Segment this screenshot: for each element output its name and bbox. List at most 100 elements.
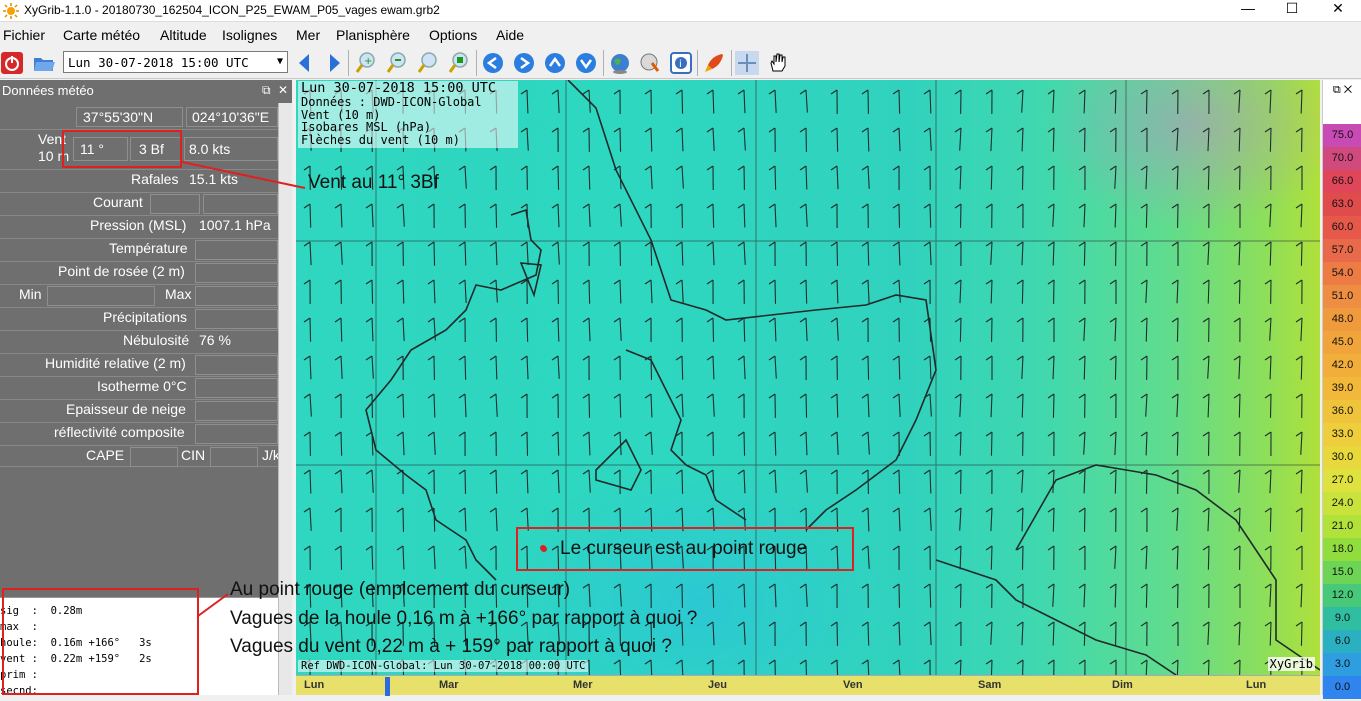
wind-arrow bbox=[837, 128, 838, 152]
wind-arrow bbox=[837, 394, 838, 418]
menu-altitude[interactable]: Altitude bbox=[160, 27, 207, 43]
close-button[interactable]: ✕ bbox=[1315, 0, 1361, 22]
pressure-value: 1007.1 hPa bbox=[199, 217, 271, 233]
wind-arrow bbox=[1022, 394, 1023, 418]
current-label: Courant bbox=[93, 194, 143, 210]
float-panel-icon[interactable]: ⧉ bbox=[262, 83, 271, 98]
scale-swatch: 0.0 bbox=[1323, 676, 1361, 699]
zoom-out-icon[interactable] bbox=[385, 51, 409, 75]
menu-bar: Fichier Carte météo Altitude Isolignes M… bbox=[0, 23, 1361, 47]
wind-arrow bbox=[527, 204, 528, 228]
wind-arrow bbox=[744, 432, 745, 456]
wind-arrow bbox=[991, 432, 992, 456]
wind-arrow bbox=[1115, 356, 1116, 380]
arrow-left-icon[interactable] bbox=[481, 51, 505, 75]
scale-swatch: 9.0 bbox=[1323, 607, 1361, 630]
zoom-fit-icon[interactable] bbox=[447, 51, 471, 75]
scale-swatch: 18.0 bbox=[1323, 538, 1361, 561]
arrow-up-icon[interactable] bbox=[543, 51, 567, 75]
next-arrow-icon[interactable] bbox=[322, 51, 346, 75]
prev-arrow-icon[interactable] bbox=[293, 51, 317, 75]
menu-isolignes[interactable]: Isolignes bbox=[222, 27, 277, 43]
waves-highlight-box bbox=[2, 588, 199, 695]
wind-arrow bbox=[372, 546, 373, 570]
wind-arrow bbox=[403, 394, 404, 418]
wind-arrow bbox=[589, 280, 590, 304]
wind-arrow bbox=[744, 318, 745, 342]
scale-swatch: 12.0 bbox=[1323, 584, 1361, 607]
waves-note-line: Au point rouge (emplcement du curseur) bbox=[230, 576, 697, 605]
arrow-right-icon[interactable] bbox=[512, 51, 536, 75]
close-panel-icon[interactable]: ✕ bbox=[278, 83, 288, 97]
wind-arrow bbox=[713, 204, 714, 228]
wind-annotation: Vent au 11° 3Bf bbox=[308, 172, 439, 194]
rocket-icon[interactable] bbox=[702, 51, 726, 75]
crosshair-icon[interactable] bbox=[735, 51, 759, 75]
cape-cin-row: CAPE CIN J/k bbox=[0, 445, 278, 467]
longitude-cell: 024°10'36"E bbox=[186, 107, 278, 127]
temperature-row: Température bbox=[0, 238, 278, 260]
hand-icon[interactable] bbox=[766, 51, 790, 75]
wind-arrow bbox=[1022, 660, 1023, 675]
menu-aide[interactable]: Aide bbox=[496, 27, 524, 43]
close-scale-icon[interactable]: ✕ bbox=[1344, 84, 1352, 96]
minimize-button[interactable]: — bbox=[1225, 0, 1271, 22]
cursor-annotation-box: Le curseur est au point rouge bbox=[516, 527, 854, 571]
date-select[interactable]: Lun 30-07-2018 15:00 UTC ▼ bbox=[63, 51, 288, 73]
float-scale-icon[interactable]: ⧉ bbox=[1333, 84, 1341, 96]
wind-arrow bbox=[1208, 280, 1209, 304]
dewpoint-label: Point de rosée (2 m) bbox=[58, 263, 185, 279]
min-label: Min bbox=[19, 286, 42, 302]
scale-swatch: 27.0 bbox=[1323, 469, 1361, 492]
scale-swatch: 60.0 bbox=[1323, 216, 1361, 239]
info-icon[interactable]: i bbox=[669, 51, 693, 75]
menu-fichier[interactable]: Fichier bbox=[3, 27, 45, 43]
scale-swatch: 54.0 bbox=[1323, 262, 1361, 285]
zoom-in-icon[interactable]: + bbox=[354, 51, 378, 75]
quit-icon[interactable] bbox=[0, 51, 24, 75]
red-dot-icon bbox=[541, 546, 547, 552]
wind-arrow bbox=[806, 280, 807, 304]
globe-icon[interactable] bbox=[608, 51, 632, 75]
timeline-handle[interactable] bbox=[385, 677, 390, 696]
wind-arrow bbox=[1270, 508, 1271, 532]
arrow-down-icon[interactable] bbox=[574, 51, 598, 75]
menu-carte-meteo[interactable]: Carte météo bbox=[63, 27, 140, 43]
open-file-icon[interactable] bbox=[32, 51, 56, 75]
overlay-line: Flèches du vent (10 m) bbox=[298, 134, 518, 147]
maximize-button[interactable]: ☐ bbox=[1269, 0, 1315, 22]
scale-swatch: 70.0 bbox=[1323, 147, 1361, 170]
scale-swatch: 21.0 bbox=[1323, 515, 1361, 538]
timeline-slider[interactable]: Lun Mar Mer Jeu Ven Sam Dim Lun bbox=[296, 675, 1320, 695]
chevron-down-icon: ▼ bbox=[277, 56, 283, 67]
toolbar-separator bbox=[476, 50, 477, 76]
timeline-day: Dim bbox=[1112, 679, 1133, 691]
wind-arrow bbox=[1053, 394, 1054, 418]
menu-options[interactable]: Options bbox=[429, 27, 477, 43]
wind-arrow bbox=[1084, 242, 1085, 266]
wind-speed-value: 8.0 kts bbox=[189, 141, 230, 157]
wind-arrow bbox=[775, 432, 776, 456]
scale-swatch: 24.0 bbox=[1323, 492, 1361, 515]
cape-value-cell bbox=[130, 447, 178, 467]
wind-arrow bbox=[930, 584, 931, 608]
download-icon[interactable] bbox=[638, 51, 662, 75]
reference-line: Ref DWD-ICON-Global: Lun 30-07-2018 00:0… bbox=[298, 660, 588, 672]
min-value-cell bbox=[47, 286, 155, 306]
date-select-value: Lun 30-07-2018 15:00 UTC bbox=[68, 55, 249, 70]
humidity-value-cell bbox=[195, 355, 278, 375]
toolbar: Lun 30-07-2018 15:00 UTC ▼ + i bbox=[0, 47, 1361, 79]
dewpoint-value-cell bbox=[195, 263, 278, 283]
temperature-value-cell bbox=[195, 240, 278, 260]
wind-arrow bbox=[806, 660, 807, 675]
isotherm-label: Isotherme 0°C bbox=[97, 378, 187, 394]
menu-mer[interactable]: Mer bbox=[296, 27, 320, 43]
menu-planisphere[interactable]: Planisphère bbox=[336, 27, 410, 43]
zoom-area-icon[interactable] bbox=[416, 51, 440, 75]
svg-text:i: i bbox=[679, 59, 682, 70]
wind-arrow bbox=[991, 166, 992, 190]
wind-arrow bbox=[341, 432, 342, 456]
scale-swatch: 48.0 bbox=[1323, 308, 1361, 331]
wind-arrow bbox=[1084, 622, 1085, 646]
wind-arrow bbox=[1239, 394, 1240, 418]
